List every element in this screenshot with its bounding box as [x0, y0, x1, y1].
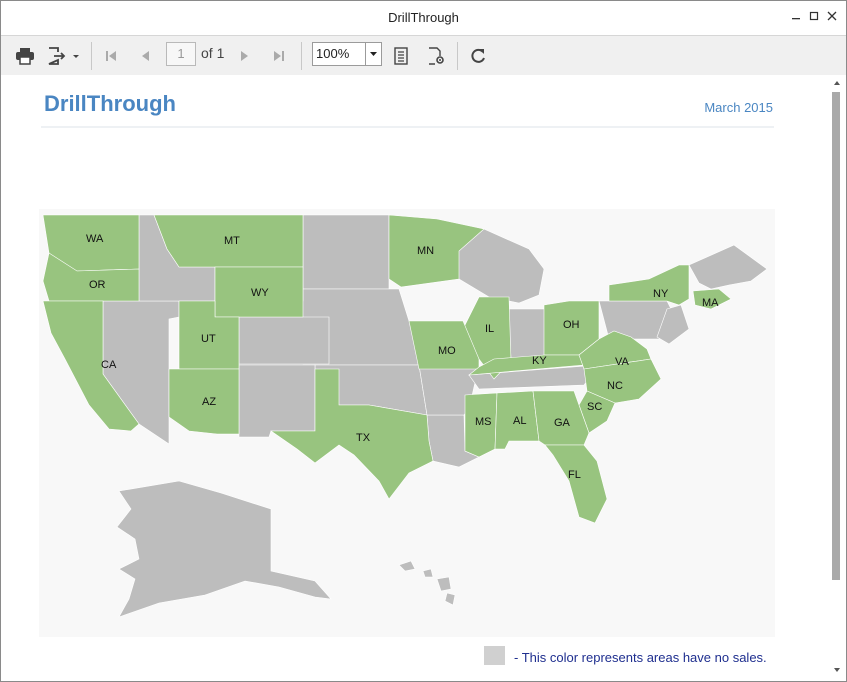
state-label: NY [653, 288, 669, 300]
legend-text: - This color represents areas have no sa… [514, 650, 767, 665]
minimize-icon [792, 18, 800, 20]
state-label: UT [201, 333, 216, 345]
state-label: OR [89, 279, 106, 291]
page-count-label: of 1 [201, 45, 225, 61]
state-label: NC [607, 380, 623, 392]
page-number-input[interactable]: 1 [166, 42, 196, 66]
print-icon [16, 48, 34, 65]
zoom-value: 100% [316, 46, 350, 61]
export-button[interactable] [45, 42, 83, 70]
report-viewer-window: DrillThrough 1 of 1 100% DrillThrough Ma… [0, 0, 847, 682]
scrollbar-thumb[interactable] [832, 92, 840, 580]
export-icon [48, 47, 79, 65]
central-north-region [302, 214, 390, 290]
toolbar [1, 35, 846, 76]
state-label: AL [513, 415, 526, 427]
state-label: CA [101, 359, 117, 371]
state-label: FL [568, 469, 581, 481]
vertical-scrollbar[interactable] [830, 75, 844, 681]
state-label: MA [702, 297, 719, 309]
maximize-icon [809, 11, 819, 21]
zoom-dropdown-arrow[interactable] [365, 43, 381, 65]
new-mexico-region [238, 364, 316, 438]
document-icon [394, 47, 408, 65]
first-page-button[interactable] [101, 42, 121, 70]
report-date: March 2015 [704, 100, 773, 115]
maximize-button[interactable] [805, 7, 823, 27]
page-layout-button[interactable] [391, 42, 411, 70]
no-sales-color-swatch [484, 646, 505, 665]
previous-page-button[interactable] [135, 42, 155, 70]
state-label: TX [356, 432, 371, 444]
alaska-region [116, 480, 332, 618]
page-setup-button[interactable] [425, 42, 447, 70]
state-fl [544, 444, 608, 524]
refresh-button[interactable] [467, 42, 489, 70]
colorado-region [238, 316, 330, 365]
report-page: DrillThrough March 2015 WA MT MN OR WY N… [1, 75, 846, 681]
state-label: AZ [202, 396, 216, 408]
zoom-select[interactable]: 100% [312, 42, 382, 66]
close-icon [827, 11, 837, 21]
state-label: GA [554, 417, 571, 429]
print-button[interactable] [13, 42, 37, 70]
page-settings-icon [429, 47, 444, 65]
minimize-button[interactable] [787, 7, 805, 27]
report-title: DrillThrough [44, 91, 176, 116]
state-label: WA [86, 233, 104, 245]
state-label: WY [251, 287, 269, 299]
close-button[interactable] [823, 7, 841, 27]
state-label: MS [475, 416, 492, 428]
previous-page-icon [142, 51, 149, 61]
new-england-region [688, 244, 768, 290]
state-label: MO [438, 345, 456, 357]
refresh-icon [471, 48, 485, 63]
us-map-svg: WA MT MN OR WY NY MA UT OH IL MO KY VA C… [42, 214, 768, 618]
state-label: SC [587, 401, 602, 413]
state-ny [608, 264, 690, 306]
indiana-region [508, 308, 550, 362]
chevron-down-icon [370, 52, 377, 56]
state-label: MT [224, 235, 240, 247]
next-page-icon [241, 51, 248, 61]
first-page-icon [106, 51, 116, 61]
us-sales-map: WA MT MN OR WY NY MA UT OH IL MO KY VA C… [39, 209, 775, 637]
state-label: OH [563, 319, 580, 331]
scroll-up-icon[interactable] [830, 78, 844, 88]
state-label: VA [615, 356, 630, 368]
title-bar: DrillThrough [1, 1, 846, 35]
state-label: IL [485, 323, 494, 335]
last-page-icon [274, 51, 284, 61]
state-label: KY [532, 355, 547, 367]
window-title: DrillThrough [388, 10, 459, 25]
scroll-down-icon[interactable] [830, 665, 844, 675]
hawaii-region [398, 560, 456, 606]
title-divider [41, 126, 774, 128]
last-page-button[interactable] [269, 42, 289, 70]
state-label: MN [417, 245, 434, 257]
next-page-button[interactable] [235, 42, 255, 70]
